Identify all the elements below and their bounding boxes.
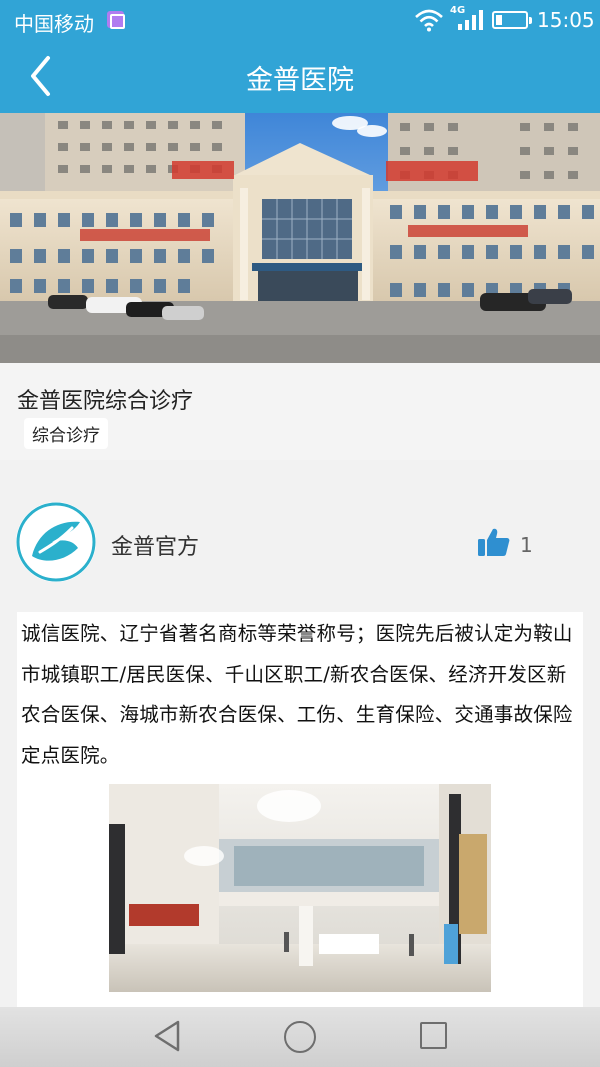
square-recent-icon[interactable] xyxy=(420,1022,447,1049)
sim-icon xyxy=(107,11,125,29)
category-tag[interactable]: 综合诊疗 xyxy=(24,418,108,449)
battery-icon xyxy=(492,11,532,29)
hospital-lobby-image xyxy=(109,784,491,992)
signal-icon xyxy=(458,10,483,30)
triangle-back-icon[interactable] xyxy=(152,1019,182,1053)
like-count: 1 xyxy=(520,533,533,557)
author-name[interactable]: 金普官方 xyxy=(111,529,199,561)
thumbs-up-icon[interactable] xyxy=(478,527,510,557)
hospital-building-image xyxy=(0,113,600,363)
post-title: 金普医院综合诊疗 xyxy=(17,389,194,414)
content-text: 诚信医院、辽宁省著名商标等荣誉称号；医院先后被认定为鞍山市城镇职工/居民医保、千… xyxy=(21,622,573,767)
status-bar: 中国移动 4G 15:05 xyxy=(0,0,600,40)
wifi-icon xyxy=(415,9,443,32)
leaf-logo-icon xyxy=(16,502,96,582)
carrier-label: 中国移动 xyxy=(14,12,94,36)
clock: 15:05 xyxy=(537,8,595,32)
circle-home-icon[interactable] xyxy=(284,1021,316,1053)
avatar[interactable] xyxy=(16,502,96,582)
page-title: 金普医院 xyxy=(246,65,354,96)
